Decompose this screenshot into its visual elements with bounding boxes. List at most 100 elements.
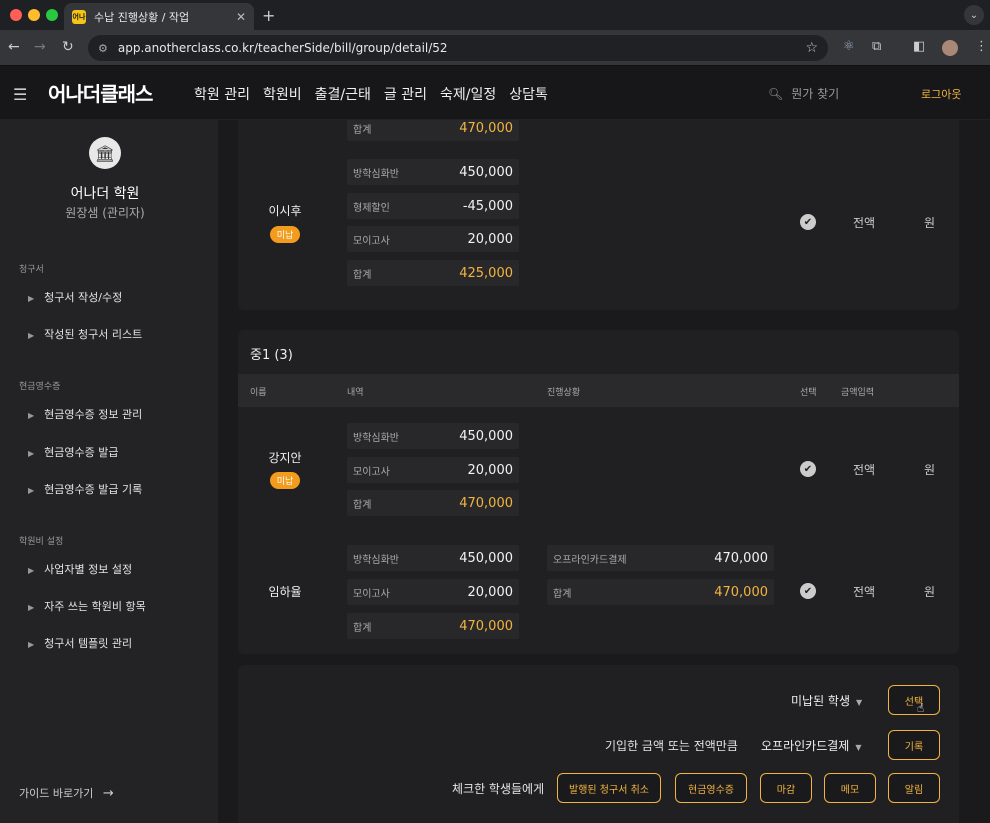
- checked-icon[interactable]: ✔: [800, 214, 816, 230]
- sidebar-item-receipt-info[interactable]: ▶ 현금영수증 정보 관리: [28, 406, 142, 422]
- caret-right-icon: ▶: [28, 640, 35, 649]
- cell-value: 450,000: [459, 550, 513, 566]
- cell-label: 합계: [353, 622, 372, 634]
- address-bar[interactable]: ⚙ app.anotherclass.co.kr/teacherSide/bil…: [88, 35, 828, 61]
- site-settings-icon[interactable]: ⚙: [98, 42, 108, 55]
- amount-cell: 형제할인 -45,000: [347, 193, 519, 219]
- close-window-button[interactable]: [10, 9, 22, 21]
- caret-right-icon: ▶: [28, 486, 35, 495]
- amount-cell: 합계 425,000: [347, 260, 519, 286]
- full-amount-option[interactable]: 전액: [853, 214, 875, 231]
- logout-button[interactable]: 로그아웃: [921, 86, 961, 102]
- react-devtools-icon[interactable]: ⚛: [843, 39, 855, 54]
- checked-icon[interactable]: ✔: [800, 583, 816, 599]
- menu-item-homework[interactable]: 숙제/일정: [440, 84, 496, 104]
- payment-method-dropdown[interactable]: 오프라인카드결제 ▼: [761, 737, 861, 754]
- cell-value: 470,000: [459, 495, 513, 511]
- checked-icon[interactable]: ✔: [800, 461, 816, 477]
- hand-cursor-icon: ☝: [917, 701, 925, 715]
- cell-value: 450,000: [459, 164, 513, 180]
- app-logo[interactable]: 어나더클래스: [48, 78, 153, 107]
- sidebar-item-favorites[interactable]: ▶ 자주 쓰는 학원비 항목: [28, 598, 146, 614]
- col-select: 선택: [800, 388, 817, 398]
- hamburger-menu-icon[interactable]: ☰: [13, 85, 27, 104]
- sidebar-item-bill-write[interactable]: ▶ 청구서 작성/수정: [28, 289, 122, 305]
- caret-right-icon: ▶: [28, 331, 35, 340]
- cancel-bill-button[interactable]: 발행된 청구서 취소: [557, 773, 661, 803]
- sidebar-item-bill-list[interactable]: ▶ 작성된 청구서 리스트: [28, 326, 142, 342]
- sidebar-item-label: 작성된 청구서 리스트: [44, 328, 143, 341]
- side-panel-icon[interactable]: ◧: [913, 39, 925, 54]
- tab-close-icon[interactable]: ✕: [236, 10, 246, 24]
- profile-avatar[interactable]: [942, 40, 958, 56]
- amount-cell: 합계 470,000: [347, 490, 519, 516]
- full-amount-option[interactable]: 전액: [853, 461, 875, 478]
- menu-item-posts[interactable]: 글 관리: [384, 84, 427, 104]
- favicon-icon: 어나: [72, 9, 86, 24]
- dropdown-value: 미납된 학생: [791, 694, 851, 708]
- amount-cell: 합계 470,000: [347, 613, 519, 639]
- more-menu-icon[interactable]: ⋮: [975, 39, 988, 54]
- cell-value: 425,000: [459, 265, 513, 281]
- progress-cell: 합계 470,000: [547, 579, 774, 605]
- menu-item-attendance[interactable]: 출결/근태: [315, 84, 371, 104]
- select-button[interactable]: 선택: [888, 685, 940, 715]
- browser-tab-strip: 어나 수납 진행상황 / 작업 ✕ + ⌄: [0, 0, 990, 30]
- student-name: 임하율: [268, 585, 302, 599]
- amount-cell: 방학심화반 450,000: [347, 423, 519, 449]
- caret-right-icon: ▶: [28, 566, 35, 575]
- cell-value: 20,000: [467, 584, 514, 600]
- new-tab-icon[interactable]: +: [262, 6, 275, 25]
- col-progress: 진행상황: [547, 388, 581, 398]
- bookmark-star-icon[interactable]: ☆: [805, 40, 818, 56]
- browser-tab[interactable]: 어나 수납 진행상황 / 작업 ✕: [64, 3, 254, 30]
- record-button[interactable]: 기록: [888, 730, 940, 760]
- amount-cell: 모이고사 20,000: [347, 457, 519, 483]
- cell-label: 형제할인: [353, 202, 390, 214]
- main-content: 합계 470,000 이시후 미납 방학심화반 450,000 형제할인 -45,00…: [218, 120, 990, 823]
- filter-dropdown[interactable]: 미납된 학생 ▼: [791, 692, 862, 709]
- menu-item-chat[interactable]: 상담톡: [509, 84, 548, 104]
- sidebar-item-receipt-history[interactable]: ▶ 현금영수증 발급 기록: [28, 481, 142, 497]
- back-arrow-icon[interactable]: ←: [8, 39, 20, 55]
- cash-receipt-button[interactable]: 현금영수증: [675, 773, 747, 803]
- caret-down-icon: ▼: [856, 698, 863, 707]
- minimize-window-button[interactable]: [28, 9, 40, 21]
- forward-arrow-icon[interactable]: →: [34, 39, 46, 55]
- arrow-right-icon: →: [102, 786, 114, 801]
- menu-item-tuition[interactable]: 학원비: [263, 84, 302, 104]
- menu-item-academy[interactable]: 학원 관리: [194, 84, 250, 104]
- search-box[interactable]: 🔍︎ 뭔가 찾기: [768, 85, 839, 102]
- sidebar-item-business[interactable]: ▶ 사업자별 정보 설정: [28, 561, 132, 577]
- unpaid-badge: 미납: [270, 472, 300, 489]
- sidebar-item-label: 현금영수증 발급: [44, 446, 119, 459]
- sidebar-item-label: 청구서 작성/수정: [44, 291, 123, 304]
- cell-label: 합계: [353, 499, 372, 511]
- sidebar-item-receipt-issue[interactable]: ▶ 현금영수증 발급: [28, 444, 119, 460]
- record-label: 기입한 금액 또는 전액만큼: [605, 739, 738, 753]
- tab-search-chevron-icon[interactable]: ⌄: [964, 5, 984, 25]
- sidebar-section-settings: 학원비 설정: [19, 537, 64, 547]
- academy-name: 어나더 학원: [70, 186, 140, 202]
- sidebar-section-bill: 청구서: [19, 265, 44, 275]
- reload-icon[interactable]: ↻: [62, 39, 74, 55]
- full-amount-option[interactable]: 전액: [853, 583, 875, 600]
- memo-button[interactable]: 메모: [824, 773, 876, 803]
- sidebar-item-label: 현금영수증 발급 기록: [44, 483, 143, 496]
- extensions-icon[interactable]: ⧉: [872, 39, 881, 54]
- student-name: 강지안: [268, 451, 302, 465]
- group-card: 중1 (3) 이름 내역 진행상황 선택 금액입력 강지안 미납 방학심화반 45…: [238, 330, 959, 654]
- caret-right-icon: ▶: [28, 603, 35, 612]
- cell-value: 470,000: [714, 584, 768, 600]
- sidebar-item-template[interactable]: ▶ 청구서 템플릿 관리: [28, 635, 132, 651]
- progress-cell: 오프라인카드결제 470,000: [547, 545, 774, 571]
- maximize-window-button[interactable]: [46, 9, 58, 21]
- guide-label: 가이드 바로가기: [19, 787, 94, 800]
- sidebar: 🏛︎ 어나더 학원 원장샘 (관리자) 청구서 ▶ 청구서 작성/수정 ▶ 작성된 …: [0, 120, 218, 823]
- cell-value: 20,000: [467, 231, 514, 247]
- cell-value: 470,000: [459, 618, 513, 634]
- close-button[interactable]: 마감: [760, 773, 812, 803]
- notify-button[interactable]: 알림: [888, 773, 940, 803]
- guide-link[interactable]: 가이드 바로가기 →: [19, 785, 114, 801]
- dropdown-value: 오프라인카드결제: [761, 739, 850, 753]
